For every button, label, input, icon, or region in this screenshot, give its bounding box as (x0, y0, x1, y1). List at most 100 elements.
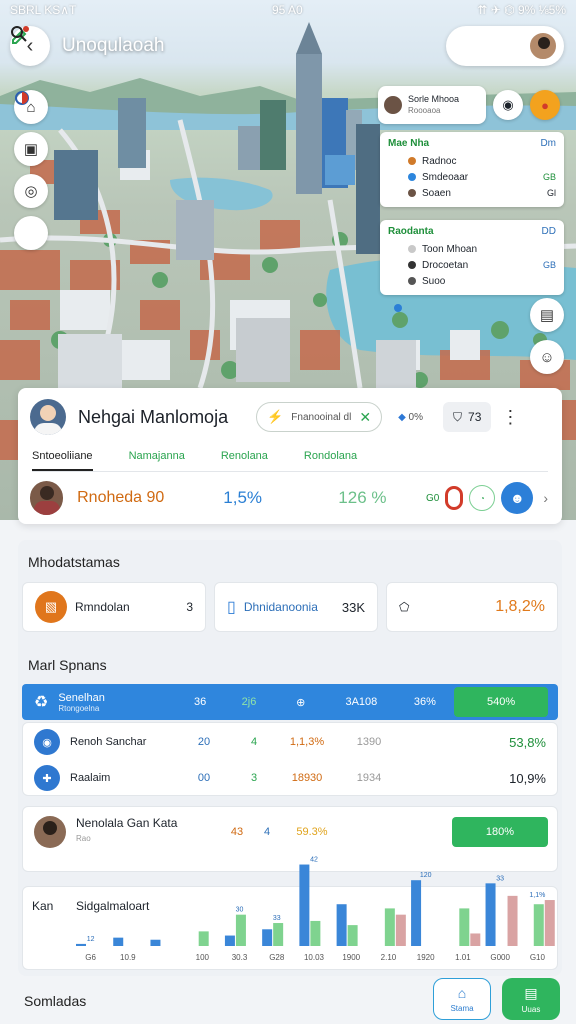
chat-icon[interactable]: ☺ (530, 340, 564, 374)
tab-3[interactable]: Renolana (221, 446, 268, 471)
header-col-d: 3A108 (345, 696, 378, 708)
legend-1-tag: Dm (540, 138, 556, 149)
bag-icon[interactable]: ▣ (14, 132, 48, 166)
profile-avatar[interactable] (30, 399, 66, 435)
chart-tick-label: G10 (530, 953, 546, 962)
chart-bar[interactable] (235, 914, 246, 946)
tab-2[interactable]: Namajanna (129, 446, 185, 471)
header-badge[interactable]: 540% (454, 687, 548, 717)
tag-icon[interactable]: ◔ (469, 485, 496, 511)
nav-box-label: Uuas (521, 1004, 541, 1014)
target-icon[interactable]: ◉ (493, 90, 523, 120)
chart-bar[interactable] (411, 880, 422, 946)
legend-row[interactable]: Smdeoaar GB (388, 169, 556, 185)
chart-bar[interactable] (470, 933, 481, 946)
compass-icon[interactable] (14, 91, 48, 250)
nav-box-button[interactable]: ▤ Uuas (502, 978, 560, 1020)
legend-label: Suoo (422, 275, 446, 287)
legend-row[interactable]: Soaen Gl (388, 185, 556, 201)
table-row[interactable]: ◉ Renoh Sanchar 20 4 1,1,3% 1390 53,8% (22, 724, 558, 760)
chart-bar[interactable] (299, 864, 310, 946)
shield-icon: ⛉ (453, 409, 463, 424)
legend-card-1: Mae Nha Dm Radnoc Smdeoaar GB Soaen Gl (380, 132, 564, 207)
person-col-c: 59.3% (296, 826, 328, 838)
chart-bar[interactable] (347, 925, 358, 946)
chevron-right-icon[interactable]: › (543, 490, 548, 506)
legend-label: Soaen (422, 187, 451, 199)
table-header-row[interactable]: ♻ Senelhan Rtongoelna 36 2j6 ⊕ 3A108 36%… (22, 684, 558, 720)
chart-data-label: 42 (310, 857, 318, 864)
flag-text: 73 (468, 410, 482, 424)
legend-value: Gl (547, 188, 556, 198)
page-title: Unoqulaoah (62, 35, 165, 56)
section-title-1: Mhodatstamas (28, 554, 120, 570)
chart-bar[interactable] (459, 908, 470, 946)
nav-home-label: Stama (450, 1004, 474, 1013)
chip-name: Sorle Mhooa (408, 94, 460, 104)
nav-home-button[interactable]: ⌂ Stama (433, 978, 491, 1020)
chart-tick-label: G6 (85, 953, 96, 962)
alert-icon[interactable]: ● (530, 90, 560, 120)
status-bar: SBRL KS∧T 95 A0 ⇈ ✈ ⌬ 9% ⅛5% (0, 0, 576, 20)
document-icon[interactable]: ▤ (530, 298, 564, 332)
chart-bar[interactable] (395, 914, 406, 946)
person-icon[interactable]: ☻ (501, 482, 534, 514)
layers-icon[interactable]: ◎ (14, 174, 48, 208)
carrier-text: SBRL KS∧T (10, 3, 77, 17)
chart-tick-label: 1920 (417, 953, 435, 962)
tab-overview[interactable]: Sntoeoliiane (32, 446, 93, 471)
legend-row[interactable]: Drocoetan GB (388, 257, 556, 273)
legend-row[interactable]: Suoo (388, 273, 556, 289)
flag-button[interactable]: ⛉ 73 (443, 402, 492, 432)
chart-bar[interactable] (224, 935, 235, 946)
secondary-avatar[interactable] (30, 481, 64, 515)
chart-bar[interactable] (485, 883, 496, 946)
chart-bar[interactable] (262, 929, 273, 946)
table-row[interactable]: ✚ Raalaim 00 3 18930 1934 10,9% (22, 760, 558, 796)
legend-row[interactable]: Toon Mhoan (388, 241, 556, 257)
legend-dot (408, 277, 416, 285)
legend-value: GB (542, 172, 556, 182)
tab-4[interactable]: Rondolana (304, 446, 357, 471)
chart-bar[interactable] (533, 904, 544, 946)
stat-card-2[interactable]: ▯ Dhnidanoonia 33K (214, 582, 378, 632)
chart-bar[interactable] (198, 931, 209, 946)
chart-bar[interactable] (544, 900, 555, 946)
legend-row[interactable]: Radnoc (388, 153, 556, 169)
chart-tick-label: G28 (269, 953, 285, 962)
stat-card-1[interactable]: ▧ Rmndolan 3 (22, 582, 206, 632)
map-right-toolbar: ▤ ☺ (530, 298, 564, 374)
home-icon: ⌂ (457, 985, 467, 1001)
chart-bar[interactable] (507, 895, 518, 946)
chart-bar[interactable] (113, 937, 124, 946)
user-avatar[interactable] (528, 31, 558, 61)
profile-name: Nehgai Manlomoja (78, 406, 229, 427)
chart-bar[interactable] (273, 923, 284, 946)
clock-text: 95 A0 (272, 3, 303, 17)
chart-bar[interactable] (336, 904, 347, 946)
row-col-d: 1934 (356, 772, 382, 784)
chart-tick-label: 2.10 (381, 953, 397, 962)
metric-3: 126 % (338, 488, 387, 507)
bottom-bar: Somladas ⌂ Stama ▤ Uuas (0, 976, 576, 1024)
chart-bar[interactable] (310, 920, 321, 946)
row-name: Renoh Sanchar (70, 736, 147, 748)
legend-dot (408, 189, 416, 197)
legend-card-2: Raodanta DD Toon Mhoan Drocoetan GB Suoo (380, 220, 564, 295)
stat-card-value: 33K (341, 599, 365, 615)
chart-bar[interactable] (150, 939, 161, 946)
close-icon[interactable]: ✕ (359, 409, 371, 426)
chart-bar[interactable] (76, 943, 86, 946)
chart-tick-label: G000 (490, 953, 510, 962)
edit-icon[interactable] (12, 26, 480, 60)
chart-tick-label: 1900 (342, 953, 360, 962)
profile-pill[interactable]: ⚡ Fnanooinal dl ✕ (256, 402, 383, 432)
stat-card-3[interactable]: ⬠ 1,8,2% (386, 582, 558, 632)
person-col-a: 43 (230, 826, 244, 838)
user-chip[interactable]: Sorle Mhooa Roooaoa (378, 86, 486, 124)
search-icon[interactable] (11, 26, 518, 60)
badge-text: G0 (425, 492, 440, 504)
chart-bar[interactable] (384, 908, 395, 946)
more-icon[interactable]: ⋮ (501, 407, 519, 428)
header-col-a: 36 (194, 696, 207, 708)
